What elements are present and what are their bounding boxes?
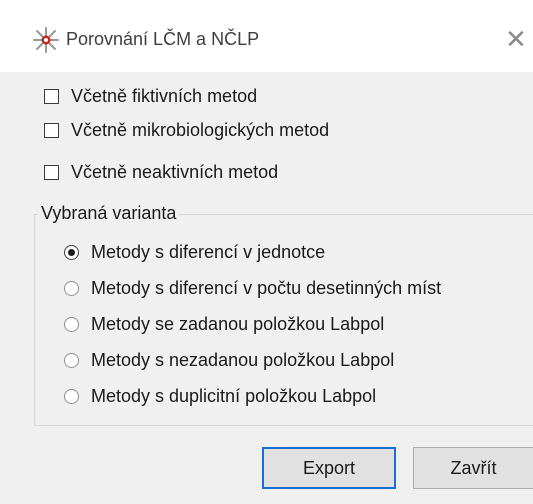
- radio-variant-decimal-places[interactable]: Metody s diferencí v počtu desetinných m…: [64, 276, 441, 300]
- radio-variant-labpol-set[interactable]: Metody se zadanou položkou Labpol: [64, 312, 384, 336]
- dialog-window: Porovnání LČM a NČLP ✕ Včetně fiktivních…: [0, 0, 533, 504]
- checkbox-box[interactable]: [44, 88, 59, 104]
- radio-label: Metody s nezadanou položkou Labpol: [91, 349, 395, 370]
- variant-group-legend: Vybraná varianta: [38, 203, 180, 224]
- star-emblem-icon: [33, 27, 59, 53]
- export-button[interactable]: Export: [262, 447, 396, 489]
- radio-unselected-icon[interactable]: [64, 388, 79, 404]
- radio-selected-icon[interactable]: [64, 244, 79, 260]
- radio-variant-labpol-unset[interactable]: Metody s nezadanou položkou Labpol: [64, 348, 394, 372]
- checkbox-label: Včetně fiktivních metod: [71, 85, 258, 106]
- radio-label: Metody se zadanou položkou Labpol: [91, 313, 385, 334]
- radio-label: Metody s diferencí v jednotce: [91, 241, 326, 262]
- title-bar: Porovnání LČM a NČLP ✕: [0, 0, 533, 72]
- radio-variant-unit-difference[interactable]: Metody s diferencí v jednotce: [64, 240, 325, 264]
- radio-label: Metody s diferencí v počtu desetinných m…: [91, 277, 442, 298]
- radio-unselected-icon[interactable]: [64, 352, 79, 368]
- checkbox-include-inactive[interactable]: Včetně neaktivních metod: [44, 160, 278, 184]
- radio-variant-labpol-duplicate[interactable]: Metody s duplicitní položkou Labpol: [64, 384, 376, 408]
- radio-unselected-icon[interactable]: [64, 316, 79, 332]
- checkbox-include-fictitious[interactable]: Včetně fiktivních metod: [44, 84, 257, 108]
- window-title: Porovnání LČM a NČLP: [66, 29, 260, 49]
- close-button[interactable]: Zavřít: [413, 447, 533, 489]
- radio-label: Metody s duplicitní položkou Labpol: [91, 385, 377, 406]
- checkbox-include-microbiological[interactable]: Včetně mikrobiologických metod: [44, 118, 329, 142]
- radio-unselected-icon[interactable]: [64, 280, 79, 296]
- checkbox-label: Včetně mikrobiologických metod: [71, 119, 330, 140]
- close-icon[interactable]: ✕: [505, 22, 533, 56]
- checkbox-box[interactable]: [44, 164, 59, 180]
- checkbox-box[interactable]: [44, 122, 59, 138]
- checkbox-label: Včetně neaktivních metod: [71, 161, 279, 182]
